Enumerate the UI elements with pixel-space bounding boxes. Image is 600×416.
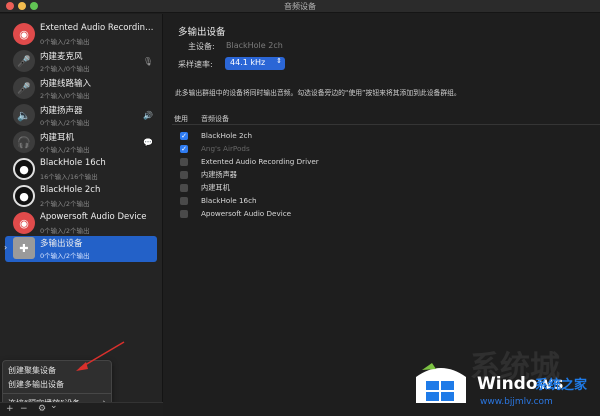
table-row: BlackHole 16ch xyxy=(172,195,600,208)
use-checkbox[interactable] xyxy=(180,210,188,218)
table-row: Extented Audio Recording Driver xyxy=(172,156,600,169)
use-checkbox[interactable]: ✓ xyxy=(180,132,188,140)
column-use: 使用 xyxy=(174,115,188,123)
device-row-name: Extented Audio Recording Driver xyxy=(201,157,319,166)
sample-rate-label: 采样速率: xyxy=(178,60,213,69)
table-row: 内建扬声器 xyxy=(172,169,600,182)
use-checkbox[interactable] xyxy=(180,197,188,205)
sample-rate-value: 44.1 kHz xyxy=(230,58,266,67)
master-device-label: 主设备: xyxy=(188,42,215,51)
group-description: 此多输出群组中的设备将同时输出音频。勾选设备旁边的“使用”按钮来将其添加到此设备… xyxy=(175,89,461,97)
select-arrows-icon: ⇕ xyxy=(276,57,282,65)
master-device-value[interactable]: BlackHole 2ch xyxy=(226,41,283,50)
table-row: Apowersoft Audio Device xyxy=(172,208,600,221)
watermark-url: www.bjjmlv.com xyxy=(480,397,553,407)
table-row: ✓ BlackHole 2ch xyxy=(172,130,600,143)
device-row-name: BlackHole 16ch xyxy=(201,196,257,205)
device-row-name: BlackHole 2ch xyxy=(201,131,253,140)
device-row-name: 内建扬声器 xyxy=(201,170,237,179)
use-checkbox[interactable]: ✓ xyxy=(180,145,188,153)
page-title: 多输出设备 xyxy=(178,27,226,38)
device-row-name: Apowersoft Audio Device xyxy=(201,209,292,218)
table-row: 内建耳机 xyxy=(172,182,600,195)
sample-rate-select[interactable]: 44.1 kHz ⇕ xyxy=(225,57,285,70)
use-checkbox[interactable] xyxy=(180,158,188,166)
column-audio-device: 音频设备 xyxy=(201,115,229,123)
device-table-header: 使用 音频设备 xyxy=(172,114,600,125)
use-checkbox[interactable] xyxy=(180,171,188,179)
device-row-name: Ang's AirPods xyxy=(201,144,250,153)
watermark-brand-cn: 系统之家 xyxy=(535,378,588,393)
windows-logo-icon xyxy=(416,363,466,403)
table-row: ✓ Ang's AirPods xyxy=(172,143,600,156)
device-row-name: 内建耳机 xyxy=(201,183,230,192)
use-checkbox[interactable] xyxy=(180,184,188,192)
